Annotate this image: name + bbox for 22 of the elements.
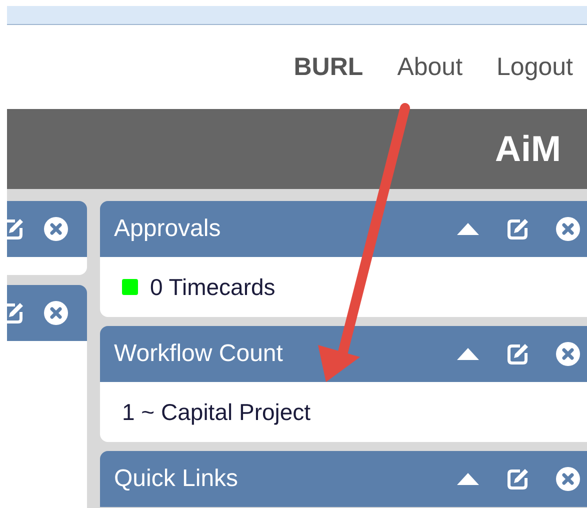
user-link[interactable]: BURL (294, 52, 364, 82)
edit-icon[interactable] (507, 468, 529, 490)
nav-link[interactable]: About (397, 52, 463, 82)
close-icon[interactable] (44, 301, 68, 325)
edit-icon[interactable] (507, 343, 529, 365)
collapse-icon[interactable] (456, 472, 480, 486)
nav-link[interactable]: Logout (496, 52, 573, 82)
brand-logo: AiM (495, 128, 561, 170)
panel-title: Approvals (114, 215, 222, 243)
panel-title: Workflow Count (114, 340, 284, 368)
collapse-icon[interactable] (456, 347, 480, 361)
close-icon[interactable] (556, 217, 580, 241)
item-text[interactable]: 1 ~ Capital Project (122, 398, 311, 426)
edit-icon[interactable] (7, 302, 24, 324)
panel-title: Quick Links (114, 465, 240, 493)
close-icon[interactable] (556, 342, 580, 366)
edit-icon[interactable] (7, 218, 24, 240)
edit-icon[interactable] (507, 218, 529, 240)
close-icon[interactable] (556, 467, 580, 491)
item-text[interactable]: 0 Timecards (150, 274, 276, 300)
collapse-icon[interactable] (456, 222, 480, 236)
close-icon[interactable] (44, 217, 68, 241)
